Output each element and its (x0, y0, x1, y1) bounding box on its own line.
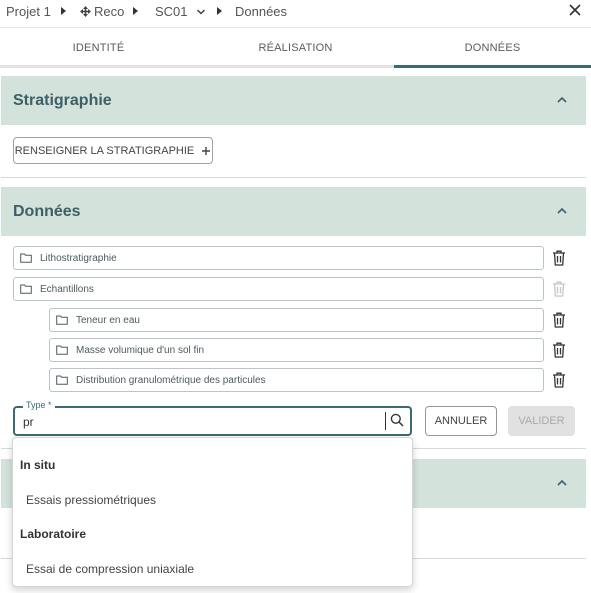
breadcrumb-item-reco[interactable]: Reco (80, 4, 124, 19)
trash-icon-disabled (553, 281, 565, 297)
add-stratigraphie-label: RENSEIGNER LA STRATIGRAPHIE (14, 144, 195, 157)
tab-identite-label: IDENTITÉ (72, 42, 125, 54)
tab-underline-active (394, 65, 591, 68)
folder-label: Lithostratigraphie (40, 252, 117, 264)
type-input-value[interactable]: pr (23, 415, 34, 429)
folder-row-echantillons[interactable]: Echantillons (13, 277, 544, 301)
text-cursor (385, 412, 386, 430)
folder-row-lithostratigraphie[interactable]: Lithostratigraphie (13, 246, 544, 270)
dropdown-option[interactable]: Essais pressiométriques (26, 493, 156, 507)
tab-realisation-label: RÉALISATION (258, 42, 333, 54)
breadcrumb-item-project[interactable]: Projet 1 (6, 4, 51, 19)
tab-underline (0, 65, 197, 68)
close-icon[interactable] (567, 2, 583, 18)
trash-icon[interactable] (552, 342, 566, 358)
folder-row-masse-volumique[interactable]: Masse volumique d'un sol fin (49, 338, 544, 362)
tab-bar: IDENTITÉ RÉALISATION DONNÉES (0, 27, 591, 68)
donnees-header[interactable]: Données (1, 187, 586, 236)
cancel-button[interactable]: ANNULER (425, 406, 497, 436)
stratigraphie-header[interactable]: Stratigraphie (1, 76, 586, 125)
stratigraphie-panel: Stratigraphie RENSEIGNER LA STRATIGRAPHI… (1, 76, 586, 178)
folder-row-teneur-en-eau[interactable]: Teneur en eau (49, 308, 544, 332)
breadcrumb-separator-icon (133, 7, 138, 15)
breadcrumb-separator-icon (61, 7, 66, 15)
folder-row-distribution-granulometrique[interactable]: Distribution granulométrique des particu… (49, 368, 544, 392)
trash-icon[interactable] (552, 312, 566, 328)
folder-label: Echantillons (40, 283, 94, 295)
type-autocomplete-dropdown: In situ Essais pressiométriques Laborato… (12, 437, 413, 587)
chevron-down-icon (196, 8, 205, 15)
breadcrumb-separator-icon (217, 7, 222, 15)
type-input[interactable]: Type * pr (13, 400, 412, 436)
breadcrumb-donnees-label: Données (235, 4, 288, 19)
breadcrumb-item-sc01[interactable]: SC01 (155, 4, 206, 19)
chevron-up-icon[interactable] (556, 205, 568, 217)
donnees-title: Données (13, 202, 81, 220)
folder-icon (56, 345, 68, 355)
tab-identite[interactable]: IDENTITÉ (0, 28, 197, 68)
folder-icon (20, 253, 32, 263)
breadcrumb-project-label: Projet 1 (6, 4, 51, 19)
type-input-label: Type * (23, 400, 55, 410)
stratigraphie-title: Stratigraphie (13, 91, 112, 109)
cancel-button-label: ANNULER (434, 415, 488, 427)
folder-icon (56, 315, 68, 325)
chevron-up-icon[interactable] (556, 477, 568, 489)
tab-realisation[interactable]: RÉALISATION (197, 28, 394, 68)
trash-icon[interactable] (552, 250, 566, 266)
breadcrumb: Projet 1 Reco SC01 Données (0, 0, 591, 24)
chevron-up-icon[interactable] (556, 94, 568, 106)
folder-label: Distribution granulométrique des particu… (76, 374, 266, 386)
search-icon[interactable] (390, 413, 404, 427)
dropdown-group-in-situ: In situ (20, 458, 56, 472)
folder-label: Masse volumique d'un sol fin (76, 344, 205, 356)
dropdown-option[interactable]: Essai de compression uniaxiale (26, 562, 194, 576)
dropdown-group-laboratoire: Laboratoire (20, 527, 87, 541)
plus-icon (202, 146, 211, 155)
breadcrumb-reco-label: Reco (94, 4, 125, 19)
tab-donnees[interactable]: DONNÉES (394, 28, 591, 68)
trash-icon[interactable] (552, 372, 566, 388)
add-stratigraphie-button[interactable]: RENSEIGNER LA STRATIGRAPHIE (13, 137, 213, 164)
folder-label: Teneur en eau (76, 314, 140, 326)
folder-icon (20, 284, 32, 294)
folder-icon (56, 375, 68, 385)
diamond-move-icon (80, 6, 91, 17)
breadcrumb-item-donnees: Données (235, 4, 287, 19)
validate-button[interactable]: VALIDER (508, 406, 575, 436)
tab-donnees-label: DONNÉES (464, 42, 521, 54)
validate-button-label: VALIDER (518, 415, 565, 427)
breadcrumb-sc01-label: SC01 (155, 4, 188, 19)
tab-underline (197, 65, 394, 68)
